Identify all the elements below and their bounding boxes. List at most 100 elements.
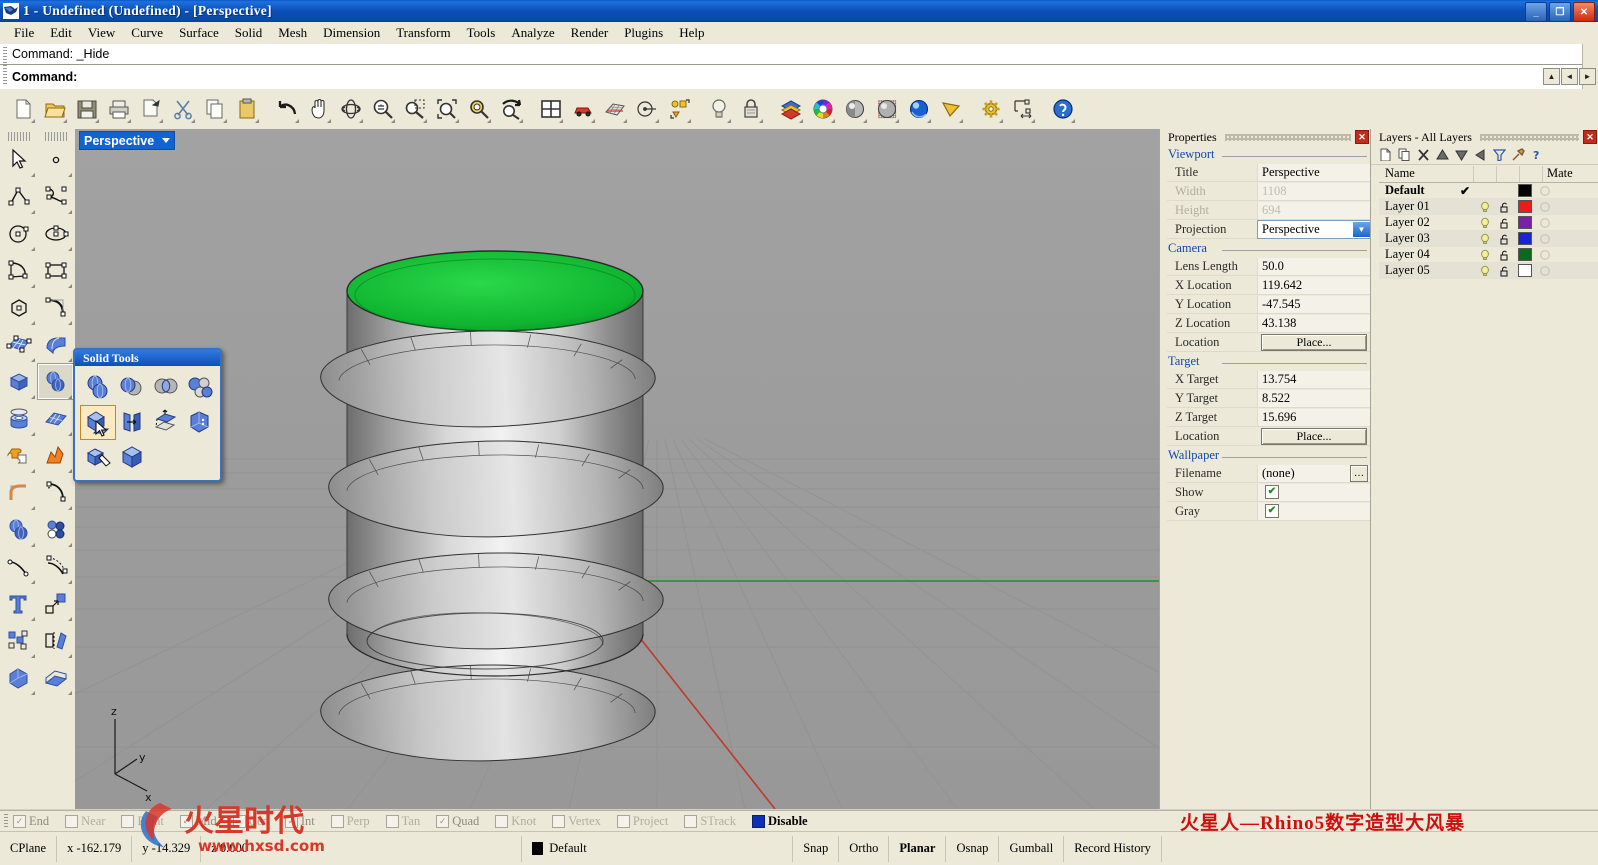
flyout-corner-icon[interactable] xyxy=(31,617,35,621)
flyout-corner-icon[interactable] xyxy=(63,119,67,123)
flyout-corner-icon[interactable] xyxy=(68,284,72,288)
layer-row[interactable]: Layer 02 xyxy=(1379,215,1598,231)
layer-color-swatch[interactable] xyxy=(1515,200,1535,213)
layer-row[interactable]: Layer 03 xyxy=(1379,231,1598,247)
close-button[interactable]: ✕ xyxy=(1573,2,1595,22)
flyout-corner-icon[interactable] xyxy=(295,119,299,123)
property-value[interactable]: 50.0 xyxy=(1257,257,1371,275)
flyout-corner-icon[interactable] xyxy=(223,119,227,123)
flyout-corner-icon[interactable] xyxy=(31,173,35,177)
layer-lock-icon[interactable] xyxy=(1495,217,1515,229)
layers-stack-button[interactable] xyxy=(776,93,806,125)
osnap-point[interactable]: Point xyxy=(121,814,164,829)
menu-item-view[interactable]: View xyxy=(80,23,123,43)
menu-item-help[interactable]: Help xyxy=(671,23,712,43)
filter-icon[interactable] xyxy=(1493,148,1506,161)
checkbox[interactable]: ✓ xyxy=(284,814,298,828)
left-tool-fillet-edge[interactable] xyxy=(0,474,37,511)
flyout-corner-icon[interactable] xyxy=(927,119,931,123)
copy-button[interactable] xyxy=(200,93,230,125)
flyout-corner-icon[interactable] xyxy=(191,119,195,123)
property-value[interactable]: 43.138 xyxy=(1257,314,1371,332)
left-tool-arc[interactable] xyxy=(0,252,37,289)
osnap-cen[interactable]: Cen xyxy=(232,814,269,829)
left-tool-sphere-pair[interactable] xyxy=(37,363,74,400)
layer-material-icon[interactable] xyxy=(1535,217,1555,229)
layer-row[interactable]: Layer 01 xyxy=(1379,199,1598,215)
print-button[interactable] xyxy=(104,93,134,125)
layer-current-check[interactable]: ✔ xyxy=(1455,184,1475,198)
left-tool-circles[interactable] xyxy=(37,511,74,548)
layer-name[interactable]: Layer 05 xyxy=(1379,263,1455,278)
left-tool-curve-point[interactable] xyxy=(0,548,37,585)
menu-item-dimension[interactable]: Dimension xyxy=(315,23,388,43)
flyout-corner-icon[interactable] xyxy=(31,247,35,251)
layer-material-icon[interactable] xyxy=(1535,249,1555,261)
car-button[interactable] xyxy=(568,93,598,125)
left-tool-mirror[interactable] xyxy=(37,622,74,659)
flyout-corner-icon[interactable] xyxy=(127,119,131,123)
layer-material-icon[interactable] xyxy=(1535,265,1555,277)
status-cplane[interactable]: CPlane xyxy=(0,835,58,862)
left-tool-arrow-select[interactable] xyxy=(0,141,37,178)
projection-select[interactable]: Perspective ▼ xyxy=(1257,219,1371,239)
four-view-button[interactable] xyxy=(536,93,566,125)
flyout-corner-icon[interactable] xyxy=(455,119,459,123)
checkbox[interactable] xyxy=(684,814,698,828)
move-down-icon[interactable] xyxy=(1455,148,1468,161)
left-tool-explode[interactable] xyxy=(37,437,74,474)
checkbox[interactable] xyxy=(752,814,765,828)
flyout-corner-icon[interactable] xyxy=(31,691,35,695)
osnap-perp[interactable]: Perp xyxy=(330,814,370,829)
solid-tool-extract-surface[interactable] xyxy=(80,405,116,440)
flyout-corner-icon[interactable] xyxy=(68,321,72,325)
layer-lock-icon[interactable] xyxy=(1495,265,1515,277)
status-toggle-osnap[interactable]: Osnap xyxy=(946,835,1000,862)
flyout-corner-icon[interactable] xyxy=(655,119,659,123)
flyout-corner-icon[interactable] xyxy=(68,432,72,436)
left-tool-rectangle[interactable] xyxy=(37,252,74,289)
place-camera-button[interactable]: Place... xyxy=(1261,333,1367,351)
checkbox[interactable] xyxy=(330,814,344,828)
osnap-tan[interactable]: Tan xyxy=(385,814,420,829)
layer-visibility-bulb-icon[interactable] xyxy=(1475,201,1495,213)
layer-visibility-bulb-icon[interactable] xyxy=(1475,249,1495,261)
flyout-corner-icon[interactable] xyxy=(68,691,72,695)
flyout-corner-icon[interactable] xyxy=(487,119,491,123)
checkbox[interactable] xyxy=(121,814,135,828)
layer-lock-icon[interactable] xyxy=(1495,201,1515,213)
paste-button[interactable] xyxy=(232,93,262,125)
viewport-3d-scene[interactable]: z y x xyxy=(75,129,1159,809)
osnap-strack[interactable]: STrack xyxy=(684,814,736,829)
osnap-near[interactable]: Near xyxy=(65,814,105,829)
solid-tool-box-edit[interactable] xyxy=(114,440,150,475)
layer-material-icon[interactable] xyxy=(1535,233,1555,245)
cut-page-button[interactable] xyxy=(136,93,166,125)
lock-button[interactable] xyxy=(736,93,766,125)
left-tool-surface-patch[interactable] xyxy=(37,400,74,437)
flyout-corner-icon[interactable] xyxy=(31,284,35,288)
chevron-down-icon[interactable]: ▼ xyxy=(1353,221,1370,237)
flyout-corner-icon[interactable] xyxy=(68,358,72,362)
left-tool-curve-corner[interactable] xyxy=(37,289,74,326)
osnap-quad[interactable]: ✓ Quad xyxy=(436,814,479,829)
checkbox[interactable]: ✓ xyxy=(436,814,450,828)
flyout-corner-icon[interactable] xyxy=(359,119,363,123)
checkbox[interactable] xyxy=(495,814,509,828)
layer-color-swatch[interactable] xyxy=(1515,264,1535,277)
left-tool-array[interactable] xyxy=(0,622,37,659)
flyout-corner-icon[interactable] xyxy=(31,580,35,584)
solid-tool-boolean-difference[interactable] xyxy=(114,370,150,405)
status-toggle-gumball[interactable]: Gumball xyxy=(999,835,1065,862)
osnap-mid[interactable]: ✓ Mid xyxy=(179,814,217,829)
flyout-corner-icon[interactable] xyxy=(591,119,595,123)
flyout-corner-icon[interactable] xyxy=(31,321,35,325)
flyout-corner-icon[interactable] xyxy=(31,543,35,547)
status-toggle-record-history[interactable]: Record History xyxy=(1064,835,1162,862)
flyout-corner-icon[interactable] xyxy=(159,119,163,123)
delete-layer-icon[interactable] xyxy=(1417,148,1430,161)
viewport-title-label[interactable]: Perspective xyxy=(79,131,176,150)
layer-row[interactable]: Layer 04 xyxy=(1379,247,1598,263)
checkbox[interactable] xyxy=(616,814,630,828)
zoom-in-out-button[interactable] xyxy=(368,93,398,125)
